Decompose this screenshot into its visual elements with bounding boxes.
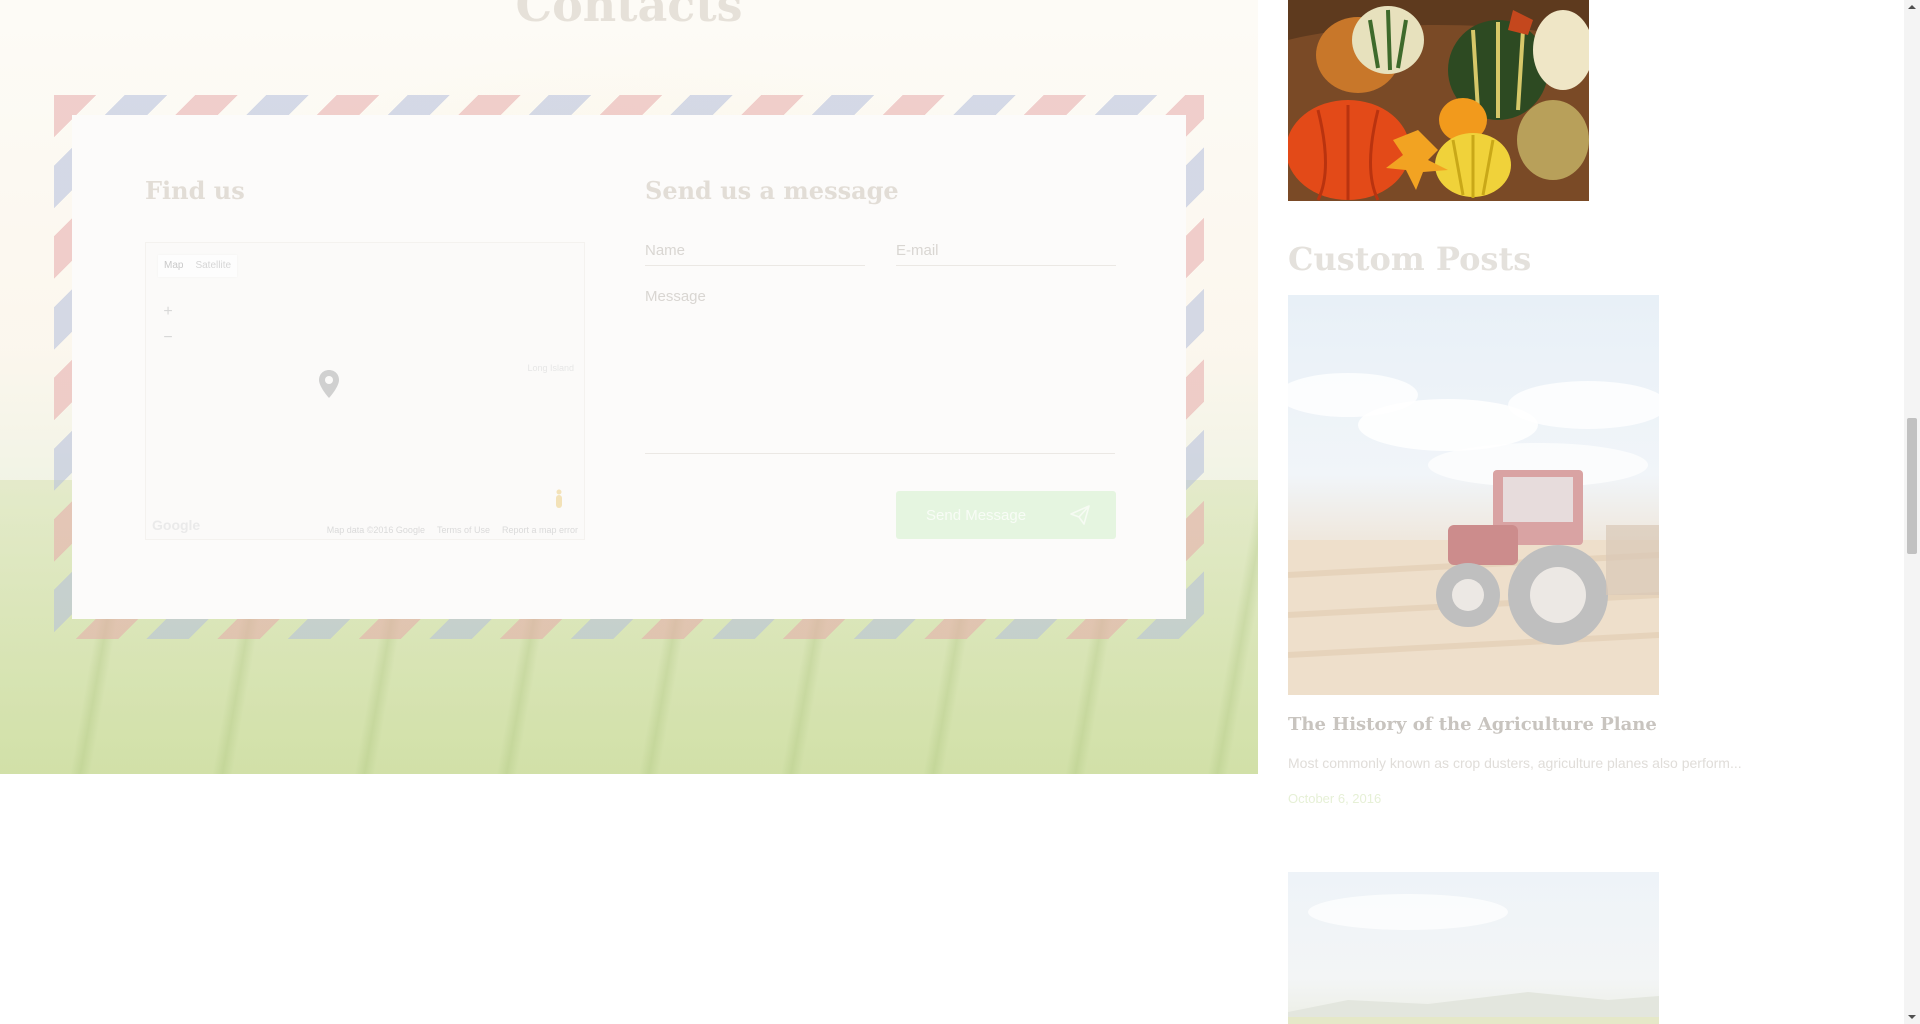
map-place-label: Long Island — [527, 363, 574, 373]
map-terms-link[interactable]: Terms of Use — [437, 525, 490, 535]
send-message-heading: Send us a message — [645, 176, 899, 205]
pumpkin-basket-image[interactable] — [1288, 0, 1589, 201]
map-data-text: Map data ©2016 Google — [326, 525, 425, 535]
zoom-out-button[interactable]: − — [160, 329, 176, 347]
pegman-icon[interactable] — [554, 489, 564, 509]
scroll-thumb[interactable] — [1907, 418, 1917, 554]
map-report-link[interactable]: Report a map error — [502, 525, 578, 535]
field-illustration — [1288, 894, 1659, 1024]
tractor-illustration — [1288, 373, 1659, 695]
email-field[interactable] — [896, 236, 1116, 266]
send-message-button[interactable]: Send Message — [896, 491, 1116, 539]
page-title: Contacts — [515, 0, 743, 32]
post-image-tractor[interactable] — [1288, 295, 1659, 695]
message-field[interactable] — [645, 288, 1115, 454]
send-message-label: Send Message — [926, 506, 1027, 524]
scroll-down-arrow-icon[interactable] — [1904, 1010, 1920, 1024]
zoom-in-button[interactable]: + — [160, 303, 176, 321]
sidebar: Custom Posts The History of the Agricult… — [1288, 0, 1908, 1024]
scroll-up-arrow-icon[interactable] — [1904, 0, 1920, 14]
map-type-map-button[interactable]: Map — [158, 255, 189, 277]
paper-plane-icon — [1070, 505, 1090, 525]
post-excerpt: Most commonly known as crop dusters, agr… — [1288, 755, 1742, 771]
contacts-section: Contacts Find us Send us a message Map S… — [0, 0, 1258, 774]
map-type-satellite-button[interactable]: Satellite — [189, 255, 237, 277]
name-field[interactable] — [645, 236, 865, 266]
post-image-field[interactable] — [1288, 872, 1659, 1024]
map-footer: Map data ©2016 Google Terms of Use Repor… — [327, 525, 578, 535]
google-map[interactable]: Map Satellite + − Long Island Google Map… — [145, 242, 585, 540]
google-logo: Google — [152, 517, 201, 533]
post-date[interactable]: October 6, 2016 — [1288, 791, 1381, 806]
custom-posts-heading: Custom Posts — [1288, 240, 1532, 278]
map-type-control: Map Satellite — [158, 255, 238, 277]
map-pin-icon[interactable] — [318, 369, 340, 399]
page-scrollbar[interactable] — [1904, 0, 1920, 1024]
find-us-heading: Find us — [145, 176, 245, 205]
pumpkin-illustration — [1288, 0, 1589, 201]
post-title[interactable]: The History of the Agriculture Plane — [1288, 714, 1657, 735]
